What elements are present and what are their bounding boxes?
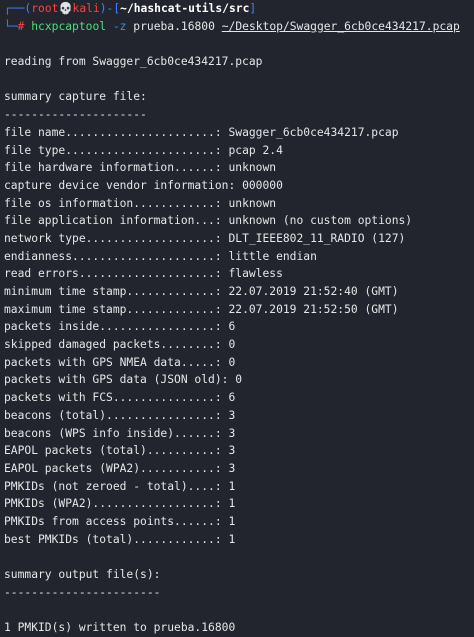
summary-value: 0 — [228, 355, 236, 369]
summary-row: EAPOL packets (total)..........: 3 — [4, 442, 472, 460]
summary-key: packets with GPS NMEA data.....: — [4, 355, 222, 369]
summary-rule: --------------------- — [4, 108, 147, 122]
summary-key: file type......................: — [4, 143, 222, 157]
summary-row: file name......................: Swagger… — [4, 124, 472, 142]
summary-key: file hardware information......: — [4, 161, 222, 175]
summary-key: file os information............: — [4, 196, 222, 210]
summary-key: file name......................: — [4, 125, 222, 139]
summary-key: maximum time stamp.............: — [4, 302, 222, 316]
summary-key: minimum time stamp.............: — [4, 285, 222, 298]
summary-row: file os information............: unknown — [4, 195, 472, 213]
summary-key: capture device vendor information: — [4, 178, 236, 192]
summary-value: 0 — [228, 338, 236, 352]
command-program: hcxpcaptool — [31, 19, 107, 33]
summary-value: 6 — [228, 320, 236, 334]
summary-row: packets with GPS NMEA data.....: 0 — [4, 354, 472, 372]
summary-row: file application information...: unknown… — [4, 212, 472, 230]
summary-key: PMKIDs from access points......: — [4, 514, 222, 528]
summary-key: network type...................: — [4, 231, 222, 245]
prompt-hash: # — [17, 19, 25, 33]
summary-row: network type...................: DLT_IEE… — [4, 230, 472, 248]
summary-key: file application information...: — [4, 214, 222, 228]
command-input-path[interactable]: ~/Desktop/Swagger_6cb0ce434217.pcap — [222, 20, 460, 33]
summary-value: 1 — [228, 514, 236, 528]
summary-row: file type......................: pcap 2.… — [4, 142, 472, 160]
summary-row: PMKIDs (WPA2)..................: 1 — [4, 495, 472, 513]
summary-value: flawless — [228, 267, 283, 281]
summary-key: PMKIDs (not zeroed - total)....: — [4, 479, 222, 493]
prompt-line-1: ┌──(root💀kali)-[~/hashcat-utils/src] — [4, 0, 472, 18]
terminal-output: ┌──(root💀kali)-[~/hashcat-utils/src] └─#… — [4, 0, 472, 637]
summary-key: PMKIDs (WPA2)..................: — [4, 497, 222, 511]
summary-row: PMKIDs (not zeroed - total)....: 1 — [4, 478, 472, 496]
summary-row: maximum time stamp.............: 22.07.2… — [4, 301, 472, 319]
command-flag: -z — [112, 19, 127, 33]
summary-key: endianness.....................: — [4, 249, 222, 263]
summary-key: beacons (total)................: — [4, 408, 222, 422]
summary-key: read errors....................: — [4, 267, 222, 281]
summary-row: packets inside.................: 6 — [4, 318, 472, 336]
summary-value: pcap 2.4 — [228, 143, 283, 157]
summary-value: Swagger_6cb0ce434217.pcap — [228, 125, 399, 139]
summary-row: file hardware information......: unknown — [4, 159, 472, 177]
summary-key: EAPOL packets (total)..........: — [4, 444, 222, 458]
summary-row: minimum time stamp.............: 22.07.2… — [4, 283, 472, 301]
output-result: 1 PMKID(s) written to prueba.16800 — [4, 621, 236, 635]
summary-value: 1 — [228, 497, 236, 511]
prompt-corner-bottom: └─ — [4, 19, 18, 33]
summary-value: DLT_IEEE802_11_RADIO (127) — [228, 231, 406, 245]
summary-value: unknown — [228, 196, 277, 210]
summary-row: EAPOL packets (WPA2)...........: 3 — [4, 460, 472, 478]
summary-value: unknown (no custom options) — [228, 214, 413, 228]
prompt-close: ] — [249, 2, 257, 15]
skull-icon: 💀 — [58, 2, 73, 15]
output-title: summary output file(s): — [4, 568, 161, 581]
summary-row: skipped damaged packets........: 0 — [4, 336, 472, 354]
prompt-host: kali — [72, 2, 100, 15]
summary-key: packets with GPS data (JSON old): — [4, 373, 229, 387]
prompt-separator: )-[ — [99, 2, 121, 15]
summary-row: packets with FCS...............: 6 — [4, 389, 472, 407]
summary-value: unknown — [228, 161, 277, 175]
summary-value: 3 — [228, 408, 236, 422]
prompt-cwd: ~/hashcat-utils/src — [120, 2, 250, 15]
summary-key: EAPOL packets (WPA2)...........: — [4, 461, 222, 475]
summary-value: 6 — [228, 391, 236, 405]
prompt-corner: ┌──( — [4, 2, 32, 15]
summary-table: file name......................: Swagger… — [4, 124, 472, 549]
summary-value: 3 — [228, 461, 236, 475]
summary-row: packets with GPS data (JSON old): 0 — [4, 371, 472, 389]
summary-value: little endian — [228, 249, 317, 263]
command-output-arg: prueba.16800 — [133, 19, 215, 33]
summary-value: 000000 — [242, 178, 283, 192]
summary-row: capture device vendor information: 00000… — [4, 177, 472, 195]
summary-title: summary capture file: — [4, 90, 147, 104]
summary-row: beacons (WPS info inside)......: 3 — [4, 425, 472, 443]
summary-row: read errors....................: flawles… — [4, 265, 472, 283]
reading-line: reading from Swagger_6cb0ce434217.pcap — [4, 55, 263, 69]
summary-row: beacons (total)................: 3 — [4, 407, 472, 425]
summary-key: packets with FCS...............: — [4, 391, 222, 405]
summary-row: PMKIDs from access points......: 1 — [4, 513, 472, 531]
summary-value: 1 — [228, 532, 236, 546]
summary-value: 3 — [228, 444, 236, 458]
summary-value: 1 — [228, 479, 236, 493]
summary-row: endianness.....................: little … — [4, 248, 472, 266]
summary-value: 3 — [228, 426, 236, 440]
prompt-user: root — [31, 2, 59, 15]
output-rule: ----------------------- — [4, 585, 161, 599]
summary-value: 22.07.2019 21:52:50 (GMT) — [228, 302, 399, 316]
summary-key: best PMKIDs (total)............: — [4, 532, 222, 546]
summary-value: 22.07.2019 21:52:40 (GMT) — [228, 285, 399, 298]
command-line: └─# hcxpcaptool -z prueba.16800 ~/Deskto… — [4, 18, 472, 36]
summary-key: skipped damaged packets........: — [4, 338, 222, 352]
summary-row: best PMKIDs (total)............: 1 — [4, 531, 472, 549]
summary-value: 0 — [235, 373, 243, 387]
summary-key: packets inside.................: — [4, 320, 222, 334]
summary-key: beacons (WPS info inside)......: — [4, 426, 222, 440]
